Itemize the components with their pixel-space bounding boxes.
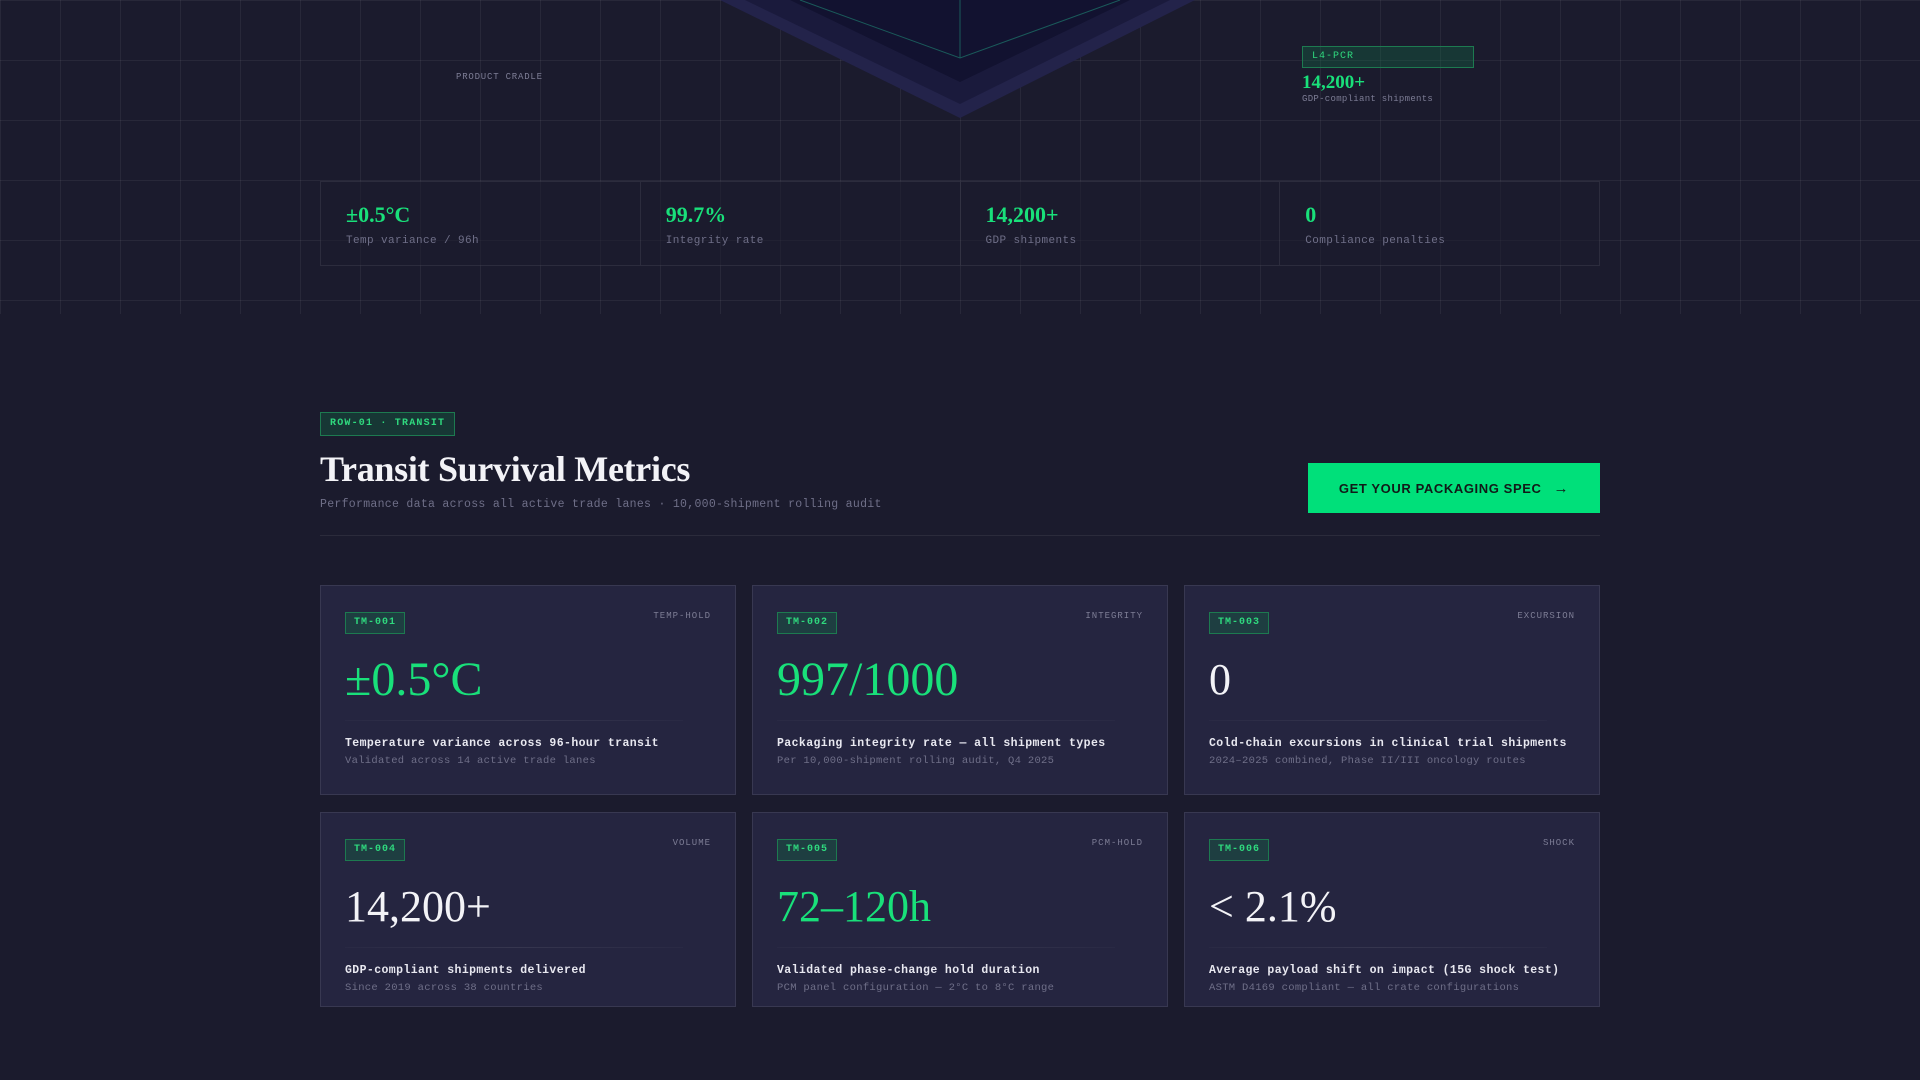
metric-id-tag: TM-005 (777, 839, 838, 861)
stat-value: 0 (1305, 202, 1317, 227)
metrics-grid: TM-001 TEMP-HOLD ±0.5°C Temperature vari… (320, 585, 1600, 1007)
l4-subtitle: GDP-compliant shipments (1302, 94, 1434, 104)
card-divider (1209, 947, 1547, 948)
metric-category: PCM-HOLD (1091, 838, 1143, 848)
hero-stat: 14,200+ GDP shipments (961, 182, 1281, 265)
card-divider (1209, 720, 1547, 721)
metric-card: TM-004 VOLUME 14,200+ GDP-compliant ship… (320, 812, 736, 1007)
metric-title: Temperature variance across 96-hour tran… (345, 737, 659, 750)
metric-card: TM-003 EXCURSION 0 Cold-chain excursions… (1184, 585, 1600, 795)
metric-value: ±0.5°C (345, 653, 483, 706)
metric-detail: Per 10,000-shipment rolling audit, Q4 20… (777, 755, 1055, 767)
card-divider (345, 720, 683, 721)
metric-title: Validated phase-change hold duration (777, 964, 1040, 977)
stat-label: Integrity rate (665, 235, 764, 247)
l4-value: 14,200+ (1302, 72, 1366, 93)
metric-category: TEMP-HOLD (653, 611, 711, 621)
metric-category: SHOCK (1542, 838, 1575, 848)
metric-value: 997/1000 (777, 653, 959, 706)
l4-tag: L4-PCR (1302, 46, 1474, 68)
page: PRODUCT CRADLE L4-PCR 14,200+ GDP-compli… (0, 0, 1920, 1080)
transit-metrics-header: ROW-01 · TRANSIT Transit Survival Metric… (320, 412, 1600, 536)
metric-category: VOLUME (672, 838, 711, 848)
metric-category: INTEGRITY (1085, 611, 1143, 621)
section-divider (320, 535, 1600, 536)
metric-id-tag: TM-006 (1209, 839, 1270, 861)
stat-value: 14,200+ (985, 202, 1059, 227)
stat-label: Temp variance / 96h (346, 235, 480, 247)
metric-detail: ASTM D4169 compliant — all crate configu… (1209, 982, 1520, 994)
metric-id-tag: TM-002 (777, 612, 838, 634)
metric-card: TM-006 SHOCK < 2.1% Average payload shif… (1184, 812, 1600, 1007)
metric-card: TM-005 PCM-HOLD 72–120h Validated phase-… (752, 812, 1168, 1007)
metric-id-tag: TM-004 (345, 839, 406, 861)
metric-detail: PCM panel configuration — 2°C to 8°C ran… (777, 982, 1055, 994)
product-cradle-label: PRODUCT CRADLE (456, 72, 543, 82)
arrow-right-icon: → (1553, 479, 1570, 497)
card-divider (777, 720, 1115, 721)
metric-value: < 2.1% (1209, 882, 1337, 931)
card-divider (345, 947, 683, 948)
metric-card: TM-001 TEMP-HOLD ±0.5°C Temperature vari… (320, 585, 736, 795)
get-packaging-spec-button[interactable]: GET YOUR PACKAGING SPEC → (1308, 463, 1600, 513)
product-cradle-graphic (720, 0, 1195, 118)
metric-title: Packaging integrity rate — all shipment … (777, 737, 1106, 750)
metric-card: TM-002 INTEGRITY 997/1000 Packaging inte… (752, 585, 1168, 795)
metric-value: 72–120h (777, 882, 931, 931)
metric-detail: Validated across 14 active trade lanes (345, 755, 596, 767)
hero-stat: ±0.5°C Temp variance / 96h (321, 182, 641, 265)
card-divider (777, 947, 1115, 948)
metric-id-tag: TM-001 (345, 612, 406, 634)
metric-detail: 2024–2025 combined, Phase II/III oncolog… (1209, 755, 1526, 767)
metric-title: Average payload shift on impact (15G sho… (1209, 964, 1560, 977)
metric-value: 14,200+ (345, 882, 491, 931)
metric-detail: Since 2019 across 38 countries (345, 982, 544, 994)
section-tag: ROW-01 · TRANSIT (320, 412, 456, 436)
hero-stat: 0 Compliance penalties (1280, 182, 1599, 265)
metric-title: GDP-compliant shipments delivered (345, 964, 586, 977)
stat-value: ±0.5°C (346, 202, 411, 227)
hero-section: PRODUCT CRADLE L4-PCR 14,200+ GDP-compli… (0, 0, 1920, 314)
hero-stat: 99.7% Integrity rate (641, 182, 961, 265)
metric-category: EXCURSION (1517, 611, 1575, 621)
metric-title: Cold-chain excursions in clinical trial … (1209, 737, 1567, 750)
l4-callout: L4-PCR 14,200+ GDP-compliant shipments (1302, 46, 1474, 104)
stat-label: GDP shipments (985, 235, 1077, 247)
cta-label: GET YOUR PACKAGING SPEC (1338, 480, 1542, 496)
metric-id-tag: TM-003 (1209, 612, 1270, 634)
stat-value: 99.7% (665, 202, 727, 227)
stat-label: Compliance penalties (1305, 235, 1446, 247)
metric-value: 0 (1209, 655, 1231, 704)
hero-stats-strip: ±0.5°C Temp variance / 96h 99.7% Integri… (320, 181, 1600, 266)
